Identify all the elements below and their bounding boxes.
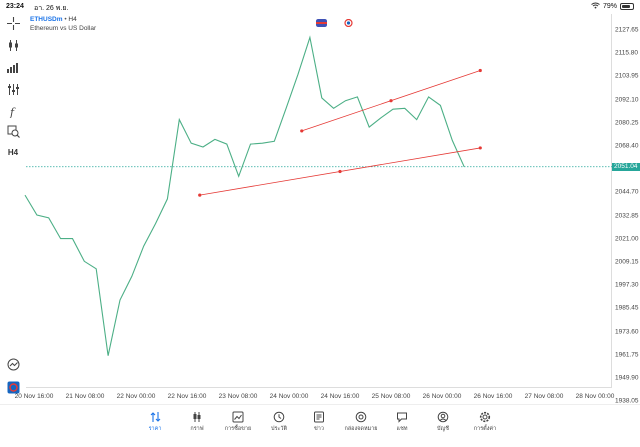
- time-tick-label: 28 Nov 00:00: [575, 393, 615, 400]
- status-date: อา. 26 พ.ย.: [34, 5, 69, 12]
- at-icon: [355, 410, 367, 423]
- time-tick-label: 22 Nov 00:00: [116, 393, 156, 400]
- tab-history[interactable]: ประวัติ: [259, 410, 299, 433]
- tab-news[interactable]: ข่าว: [299, 410, 339, 433]
- price-series-line: [24, 35, 465, 356]
- price-tick-label: 2080.25: [615, 119, 639, 127]
- tab-trade-chart[interactable]: การซื้อขาย: [218, 410, 258, 433]
- symbol-timeframe: H4: [68, 16, 77, 23]
- time-tick-label: 20 Nov 16:00: [14, 393, 54, 400]
- tab-gear[interactable]: การตั้งค่า: [465, 410, 505, 433]
- time-tick-label: 24 Nov 00:00: [269, 393, 309, 400]
- timeframe-button[interactable]: H4: [5, 144, 21, 160]
- time-tick-label: 24 Nov 16:00: [320, 393, 360, 400]
- svg-text:f: f: [9, 106, 16, 118]
- indicators-icon[interactable]: [5, 81, 21, 97]
- trendline-2-handle[interactable]: [478, 146, 482, 150]
- function-icon[interactable]: f: [5, 103, 21, 119]
- trade-chart-icon: [232, 410, 244, 423]
- price-tick-label: 2068.40: [615, 142, 639, 150]
- timeframe-label: H4: [7, 147, 19, 157]
- time-tick-label: 25 Nov 08:00: [371, 393, 411, 400]
- price-tick-label: 2044.70: [615, 188, 639, 196]
- status-bar: 23:24 อา. 26 พ.ย. 79%: [0, 0, 640, 13]
- tab-label: ราคา: [148, 426, 162, 432]
- objects-search-icon[interactable]: [5, 123, 21, 139]
- trendline-1-handle[interactable]: [389, 99, 393, 103]
- history-icon: [273, 410, 285, 423]
- us-dollar-flag-icon: [344, 19, 353, 27]
- price-tick-label: 2021.00: [615, 235, 639, 243]
- price-tick-label: 2103.95: [615, 72, 639, 80]
- wifi-icon: [591, 2, 600, 11]
- sort-arrows-icon: [149, 410, 161, 422]
- price-tick-label: 2127.65: [615, 26, 639, 34]
- time-tick-label: 26 Nov 16:00: [473, 393, 513, 400]
- tab-candlestick[interactable]: กราฟ: [177, 410, 217, 433]
- price-tick-label: 1985.45: [615, 304, 639, 312]
- price-axis[interactable]: 2127.65 2115.80 2103.95 2092.10 2080.25 2068.…: [612, 14, 640, 405]
- price-tick-label: 1961.75: [615, 351, 639, 359]
- time-tick-label: 22 Nov 16:00: [167, 393, 207, 400]
- tab-label: แชท: [396, 426, 408, 432]
- trendline-1-handle[interactable]: [300, 129, 304, 133]
- tab-label: ประวัติ: [270, 426, 288, 432]
- candlestick-icon: [191, 410, 203, 422]
- trade-signals-icon[interactable]: [5, 356, 21, 372]
- price-tick-label: 1973.60: [615, 328, 639, 336]
- tab-label: ข่าว: [314, 426, 324, 432]
- crosshair-icon[interactable]: [5, 15, 21, 31]
- account-icon: [437, 410, 449, 423]
- status-time: 23:24: [6, 3, 24, 10]
- bottom-tab-bar: ราคา กราฟ การซื้อขาย ประวัติ ข่าว กล่องจดหมาย…: [0, 404, 640, 447]
- price-tick-label: 2115.80: [615, 49, 639, 57]
- tab-sort-arrows[interactable]: ราคา: [135, 410, 175, 433]
- gear-icon: [479, 410, 491, 423]
- tab-chat[interactable]: แชท: [382, 410, 422, 433]
- current-price-label: 2051.04: [612, 162, 640, 171]
- ethereum-flag-icon: [316, 19, 327, 27]
- tab-label: กล่องจดหมาย: [344, 426, 378, 432]
- price-tick-label: 2009.15: [615, 258, 639, 266]
- tab-at[interactable]: กล่องจดหมาย: [341, 410, 381, 433]
- currency-flags: [316, 19, 354, 27]
- trendline-2-handle[interactable]: [198, 193, 202, 197]
- candlestick-icon[interactable]: [5, 37, 21, 53]
- time-tick-label: 21 Nov 08:00: [65, 393, 105, 400]
- time-tick-label: 23 Nov 08:00: [218, 393, 258, 400]
- bar-chart-icon[interactable]: [5, 59, 21, 75]
- battery-percentage: 79%: [602, 3, 617, 10]
- price-tick-label: 2092.10: [615, 96, 639, 104]
- symbol-name[interactable]: ETHUSDm: [30, 16, 63, 23]
- time-axis[interactable]: 20 Nov 16:00 21 Nov 08:00 22 Nov 00:00 22 N…: [15, 392, 615, 402]
- tab-account[interactable]: บัญชี: [423, 410, 463, 433]
- symbol-header: ETHUSDm • H4 Ethereum vs US Dollar: [30, 15, 96, 33]
- tab-label: การตั้งค่า: [473, 426, 497, 432]
- chart-area[interactable]: [24, 14, 612, 388]
- chat-icon: [396, 410, 408, 423]
- trendline-2-handle[interactable]: [338, 169, 342, 174]
- time-tick-label: 27 Nov 08:00: [524, 393, 564, 400]
- price-tick-label: 1997.30: [615, 281, 639, 289]
- battery-icon: [620, 3, 634, 10]
- trendline-1-handle[interactable]: [478, 68, 482, 73]
- tab-label: กราฟ: [190, 426, 204, 432]
- status-indicators: 79%: [591, 2, 634, 11]
- tab-label: บัญชี: [437, 426, 449, 432]
- time-tick-label: 26 Nov 00:00: [422, 393, 462, 400]
- tab-label: การซื้อขาย: [224, 426, 252, 432]
- price-tick-label: 1949.90: [615, 374, 639, 382]
- price-tick-label: 2032.85: [615, 212, 639, 220]
- drawing-toolbar: f H4: [0, 14, 24, 402]
- price-chart[interactable]: [24, 14, 612, 388]
- symbol-description: Ethereum vs US Dollar: [30, 25, 97, 32]
- news-icon: [313, 410, 325, 423]
